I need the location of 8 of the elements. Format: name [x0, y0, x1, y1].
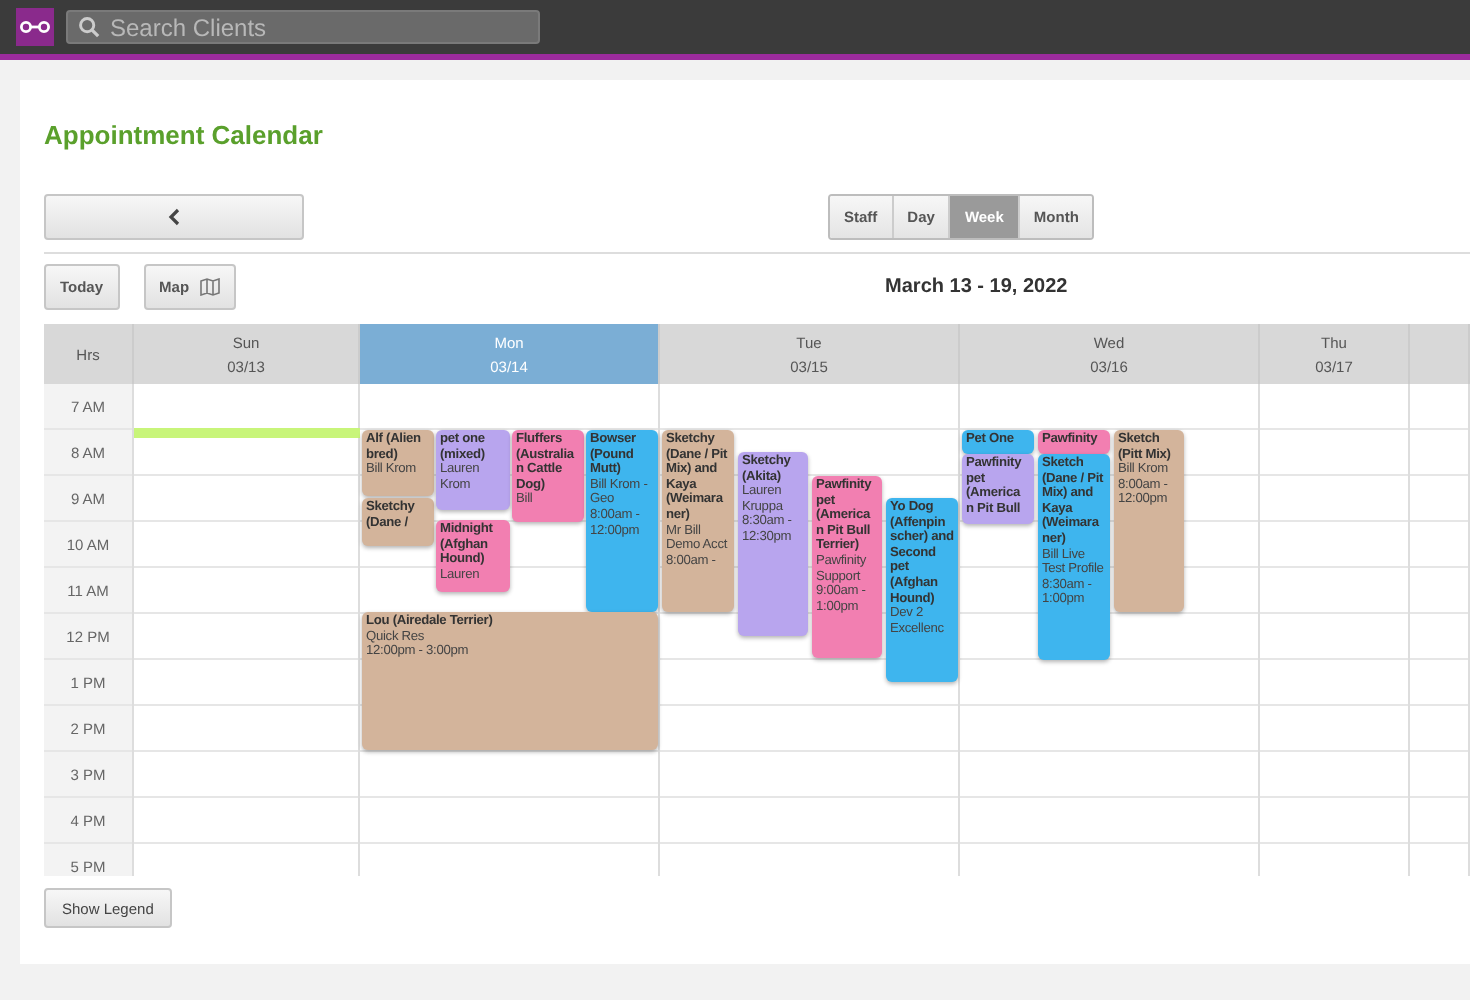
search-icon — [78, 16, 100, 38]
page-title: Appointment Calendar — [44, 120, 325, 150]
search-field[interactable]: Search Clients — [110, 13, 528, 41]
logo-icon[interactable] — [16, 8, 54, 46]
date-range: March 13 - 19, 2022 — [885, 276, 1068, 298]
map-icon — [199, 278, 220, 296]
chevron-left-icon — [168, 207, 180, 225]
search-bar[interactable]: Search Clients — [66, 10, 540, 44]
